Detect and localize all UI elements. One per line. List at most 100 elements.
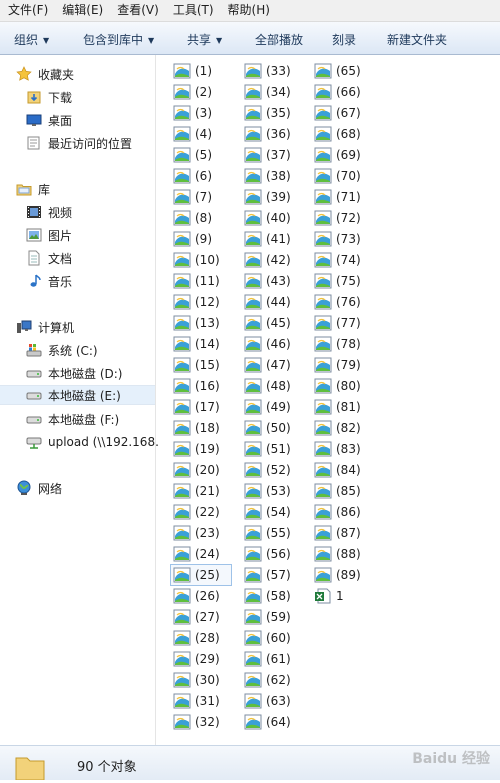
file-item[interactable]: (88) [314,544,361,564]
file-item[interactable]: (37) [244,145,291,165]
menu-help[interactable]: 帮助(H) [221,0,277,21]
file-item[interactable]: (2) [173,82,212,102]
file-item[interactable]: (60) [244,628,291,648]
nav-downloads[interactable]: 下载 [26,87,72,107]
file-item[interactable]: (29) [173,649,220,669]
file-item[interactable]: (13) [173,313,220,333]
file-item[interactable]: (10) [173,250,220,270]
file-item[interactable]: (45) [244,313,291,333]
play-all-button[interactable]: 全部播放 [255,31,303,48]
nav-pictures[interactable]: 图片 [26,225,72,245]
file-item[interactable]: (66) [314,82,361,102]
file-item[interactable]: (32) [173,712,220,732]
file-item[interactable]: (17) [173,397,220,417]
file-item[interactable]: (12) [173,292,220,312]
file-item[interactable]: (34) [244,82,291,102]
nav-desktop[interactable]: 桌面 [26,110,72,130]
menu-file[interactable]: 文件(F) [0,0,55,21]
file-item[interactable]: (81) [314,397,361,417]
include-library-button[interactable]: 包含到库中 ▼ [83,31,154,48]
nav-documents[interactable]: 文档 [26,248,72,268]
file-item[interactable]: (57) [244,565,291,585]
file-item[interactable]: (9) [173,229,212,249]
file-item[interactable]: (21) [173,481,220,501]
file-item[interactable]: (50) [244,418,291,438]
file-item[interactable]: (64) [244,712,291,732]
file-item[interactable]: (68) [314,124,361,144]
file-item[interactable]: (4) [173,124,212,144]
file-item[interactable]: (22) [173,502,220,522]
file-item[interactable]: (30) [173,670,220,690]
file-item[interactable]: (53) [244,481,291,501]
file-item[interactable]: (72) [314,208,361,228]
file-item[interactable]: (1) [173,61,212,81]
file-item[interactable]: (11) [173,271,220,291]
nav-drive-c[interactable]: 系统 (C:) [26,340,98,360]
file-item[interactable]: (54) [244,502,291,522]
file-item[interactable]: (18) [173,418,220,438]
nav-libraries[interactable]: 库 [16,179,50,199]
file-item[interactable]: (28) [173,628,220,648]
file-item[interactable]: (75) [314,271,361,291]
file-item[interactable]: (15) [173,355,220,375]
file-item[interactable]: (84) [314,460,361,480]
file-item[interactable]: (89) [314,565,361,585]
file-item[interactable]: (70) [314,166,361,186]
file-item[interactable]: (48) [244,376,291,396]
file-item[interactable]: (42) [244,250,291,270]
file-item[interactable]: (78) [314,334,361,354]
file-item[interactable]: (38) [244,166,291,186]
file-item[interactable]: (6) [173,166,212,186]
file-item[interactable]: (7) [173,187,212,207]
file-item[interactable]: (20) [173,460,220,480]
nav-network[interactable]: 网络 [16,478,62,498]
navigation-pane[interactable]: 收藏夹 下载 桌面 最近访问的位置 库 视频 图片 文档 音乐 计算机 系统 (… [0,55,159,745]
file-item[interactable]: (3) [173,103,212,123]
file-list[interactable]: (1) (2) (3) (4) (5) (6) (7) (8) (9) (10) (11) (12) (… [156,55,500,745]
file-item[interactable]: (25) [170,564,232,586]
nav-computer[interactable]: 计算机 [16,317,74,337]
nav-drive-d[interactable]: 本地磁盘 (D:) [26,363,122,383]
file-item[interactable]: (5) [173,145,212,165]
file-item[interactable]: (65) [314,61,361,81]
file-item[interactable]: (59) [244,607,291,627]
file-item[interactable]: (86) [314,502,361,522]
file-item[interactable]: (46) [244,334,291,354]
file-item[interactable]: (47) [244,355,291,375]
file-item[interactable]: (61) [244,649,291,669]
new-folder-button[interactable]: 新建文件夹 [387,31,447,48]
file-item[interactable]: (63) [244,691,291,711]
file-item[interactable]: (73) [314,229,361,249]
menu-tools[interactable]: 工具(T) [166,0,221,21]
file-item[interactable]: (27) [173,607,220,627]
file-item[interactable]: (40) [244,208,291,228]
file-item[interactable]: (56) [244,544,291,564]
file-item[interactable]: (85) [314,481,361,501]
organize-button[interactable]: 组织 ▼ [14,31,49,48]
file-item[interactable]: (82) [314,418,361,438]
file-item[interactable]: (39) [244,187,291,207]
file-item[interactable]: (62) [244,670,291,690]
file-item[interactable]: (67) [314,103,361,123]
file-item[interactable]: (8) [173,208,212,228]
file-item[interactable]: (31) [173,691,220,711]
nav-drive-f[interactable]: 本地磁盘 (F:) [26,409,119,429]
file-item[interactable]: (19) [173,439,220,459]
burn-button[interactable]: 刻录 [332,31,356,48]
file-item[interactable]: (26) [173,586,220,606]
nav-favorites[interactable]: 收藏夹 [16,64,74,84]
file-item[interactable]: (43) [244,271,291,291]
file-item[interactable]: (24) [173,544,220,564]
file-item[interactable]: (69) [314,145,361,165]
menu-view[interactable]: 查看(V) [110,0,166,21]
file-item[interactable]: (79) [314,355,361,375]
file-item[interactable]: (77) [314,313,361,333]
file-item[interactable]: (14) [173,334,220,354]
file-item[interactable]: (80) [314,376,361,396]
file-item[interactable]: (51) [244,439,291,459]
file-item[interactable]: (52) [244,460,291,480]
nav-recent-places[interactable]: 最近访问的位置 [26,133,132,153]
file-item[interactable]: (35) [244,103,291,123]
file-item[interactable]: (44) [244,292,291,312]
file-item[interactable]: (83) [314,439,361,459]
